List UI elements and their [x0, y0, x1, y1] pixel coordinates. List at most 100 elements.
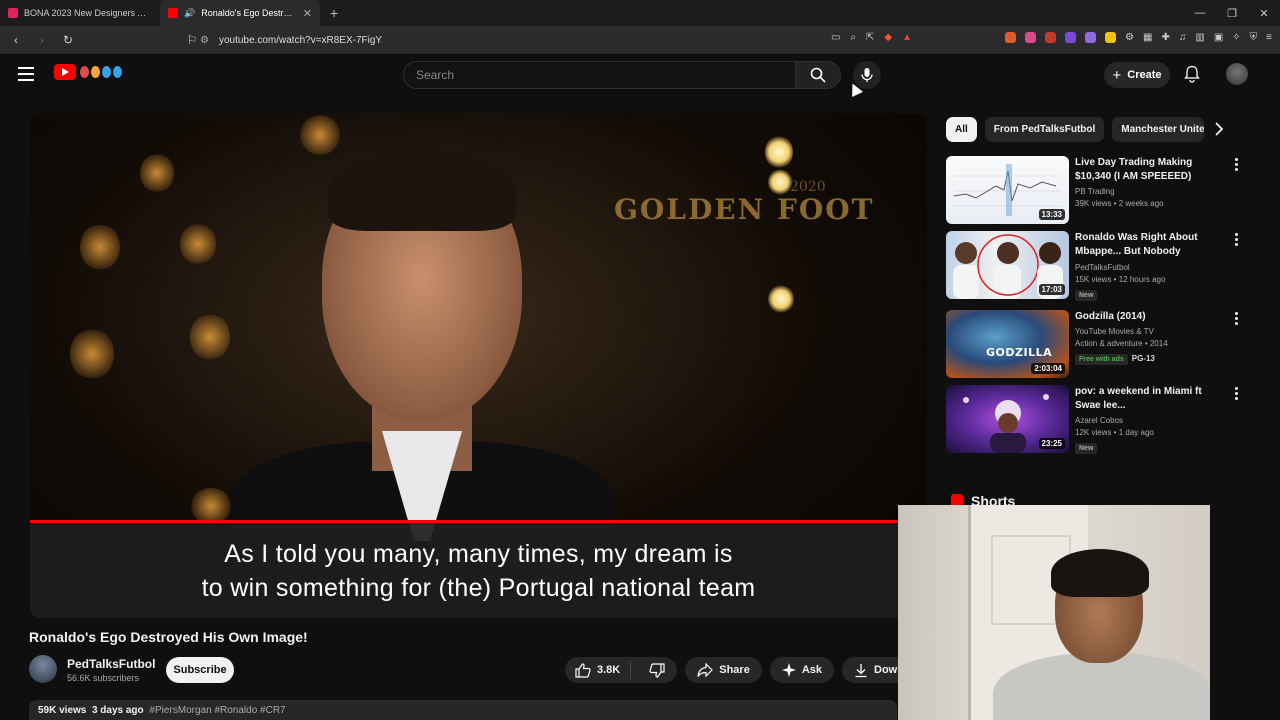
video-player[interactable]: 2020 GOLDEN FOOT As I told you many, man… — [30, 113, 927, 618]
search-input[interactable] — [416, 68, 795, 82]
account-avatar[interactable] — [1226, 63, 1248, 85]
share-icon — [697, 663, 714, 677]
video-info: pov: a weekend in Miami ft Swae lee... A… — [1075, 385, 1225, 455]
recommended-video[interactable]: 13:33 Live Day Trading Making $10,340 (I… — [946, 156, 1246, 226]
subscribe-button[interactable]: Subscribe — [166, 657, 234, 683]
extension-icon[interactable] — [1105, 32, 1117, 43]
youtube-doodle-logo[interactable] — [54, 64, 122, 80]
calendar-icon[interactable]: ▦ — [1143, 32, 1152, 43]
channel-avatar[interactable] — [29, 655, 57, 683]
recommended-channel[interactable]: PedTalksFutbol — [1075, 263, 1225, 272]
description-box[interactable]: 59K views 3 days ago #PiersMorgan #Ronal… — [29, 700, 897, 720]
speaker-figure — [232, 141, 612, 581]
like-dislike-group: 3.8K — [565, 657, 678, 683]
duration-badge: 2:03:04 — [1031, 363, 1065, 374]
brave-shield-icon[interactable]: ◆ — [884, 32, 892, 43]
site-info-icon[interactable]: ⚙ — [200, 35, 209, 46]
webcam-person-hair — [1051, 549, 1149, 597]
video-title: Ronaldo's Ego Destroyed His Own Image! — [29, 629, 308, 645]
video-actions: 3.8K Share Ask Download — [565, 657, 939, 683]
bell-icon — [1184, 65, 1200, 83]
bona-favicon-icon — [8, 8, 18, 18]
youtube-header: + Create — [0, 54, 1280, 96]
puzzle-icon[interactable]: ✚ — [1161, 32, 1169, 43]
browser-tab-1[interactable]: BONA 2023 New Designers Athletic — [0, 0, 160, 26]
bokeh-light — [180, 223, 216, 265]
leo-icon[interactable]: ✧ — [1232, 32, 1240, 43]
address-bar[interactable]: ⚙ youtube.com/watch?v=xR8EX-7FigY — [200, 29, 915, 51]
tab-label: BONA 2023 New Designers Athletic — [24, 8, 152, 18]
extension-icon[interactable] — [1065, 32, 1077, 43]
recommended-channel[interactable]: YouTube Movies & TV — [1075, 327, 1225, 336]
hashtags[interactable]: #PiersMorgan #Ronaldo #CR7 — [149, 705, 285, 716]
extension-icon[interactable] — [1005, 32, 1017, 43]
bookmark-icon[interactable]: ⚐ — [182, 33, 202, 47]
share-page-icon[interactable]: ⇱ — [866, 32, 874, 43]
video-thumbnail[interactable]: GODZILLA 2:03:04 — [946, 310, 1069, 378]
new-tab-button[interactable]: + — [320, 5, 348, 21]
window-controls: — ❐ ✕ — [1184, 0, 1280, 26]
video-info: Godzilla (2014) YouTube Movies & TV Acti… — [1075, 310, 1225, 366]
search-box[interactable] — [403, 61, 796, 89]
wallet-icon[interactable]: ▣ — [1214, 32, 1223, 43]
forward-icon[interactable]: › — [32, 33, 52, 47]
recommended-channel[interactable]: PB Trading — [1075, 187, 1225, 196]
minimize-icon[interactable]: — — [1184, 7, 1216, 19]
video-thumbnail[interactable]: 23:25 — [946, 385, 1069, 453]
extension-icon[interactable] — [1085, 32, 1097, 43]
restore-icon[interactable]: ❐ — [1216, 7, 1248, 20]
dislike-button[interactable] — [637, 662, 677, 678]
browser-tab-2[interactable]: 🔊 Ronaldo's Ego Destroyed His ✕ — [160, 0, 320, 26]
chip-manchester-united[interactable]: Manchester United — [1112, 117, 1205, 142]
video-thumbnail[interactable]: 17:03 — [946, 231, 1069, 299]
vpn-icon[interactable]: ⛨ — [1250, 32, 1258, 43]
extension-icon[interactable] — [1045, 32, 1057, 43]
video-info: Live Day Trading Making $10,340 (I AM SP… — [1075, 156, 1225, 208]
recommended-title[interactable]: Ronaldo Was Right About Mbappe... But No… — [1075, 231, 1225, 260]
guide-menu-icon[interactable] — [18, 67, 34, 81]
recommended-title[interactable]: pov: a weekend in Miami ft Swae lee... — [1075, 385, 1225, 413]
webcam-overlay — [898, 505, 1210, 720]
like-button[interactable]: 3.8K — [565, 661, 632, 679]
more-options-icon[interactable] — [1226, 158, 1246, 171]
recommended-title[interactable]: Live Day Trading Making $10,340 (I AM SP… — [1075, 156, 1225, 184]
recommended-video[interactable]: 17:03 Ronaldo Was Right About Mbappe... … — [946, 231, 1246, 301]
music-icon[interactable]: ♫ — [1179, 32, 1187, 43]
close-tab-icon[interactable]: ✕ — [303, 7, 312, 20]
recommended-title[interactable]: Godzilla (2014) — [1075, 310, 1225, 324]
recommended-video[interactable]: 23:25 pov: a weekend in Miami ft Swae le… — [946, 385, 1246, 455]
ask-button[interactable]: Ask — [769, 657, 835, 683]
more-options-icon[interactable] — [1226, 233, 1246, 246]
recommended-video[interactable]: GODZILLA 2:03:04 Godzilla (2014) YouTube… — [946, 310, 1246, 380]
webcam-person-body — [993, 653, 1210, 720]
new-badge: New — [1075, 443, 1098, 454]
chevron-right-icon — [1215, 122, 1224, 136]
youtube-favicon-icon — [168, 8, 178, 18]
close-window-icon[interactable]: ✕ — [1248, 7, 1280, 20]
more-options-icon[interactable] — [1226, 387, 1246, 400]
back-icon[interactable]: ‹ — [6, 33, 26, 47]
menu-icon[interactable]: ≡ — [1266, 32, 1272, 43]
zoom-icon[interactable]: ⌕ — [850, 32, 856, 43]
chips-next-button[interactable] — [1214, 122, 1224, 141]
channel-name[interactable]: PedTalksFutbol — [67, 657, 155, 671]
extension-icon[interactable] — [1025, 32, 1037, 43]
duration-badge: 23:25 — [1038, 438, 1065, 449]
bokeh-light — [140, 153, 174, 193]
sidebar-icon[interactable]: ▥ — [1195, 32, 1204, 43]
cast-icon[interactable]: ▭ — [831, 32, 840, 43]
chip-from-channel[interactable]: From PedTalksFutbol — [984, 117, 1105, 142]
share-button[interactable]: Share — [685, 657, 762, 683]
chip-all[interactable]: All — [946, 117, 977, 142]
search-button[interactable] — [795, 61, 841, 89]
create-button[interactable]: + Create — [1104, 62, 1170, 88]
brave-rewards-icon[interactable]: ▲ — [902, 32, 912, 43]
settings-icon[interactable]: ⚙ — [1125, 32, 1134, 43]
video-thumbnail[interactable]: 13:33 — [946, 156, 1069, 224]
more-options-icon[interactable] — [1226, 312, 1246, 325]
notifications-button[interactable] — [1184, 65, 1200, 88]
recommended-channel[interactable]: Azarel Cobos — [1075, 416, 1225, 425]
reload-icon[interactable]: ↻ — [58, 33, 78, 47]
share-label: Share — [719, 664, 750, 676]
hair-shape — [328, 151, 516, 231]
